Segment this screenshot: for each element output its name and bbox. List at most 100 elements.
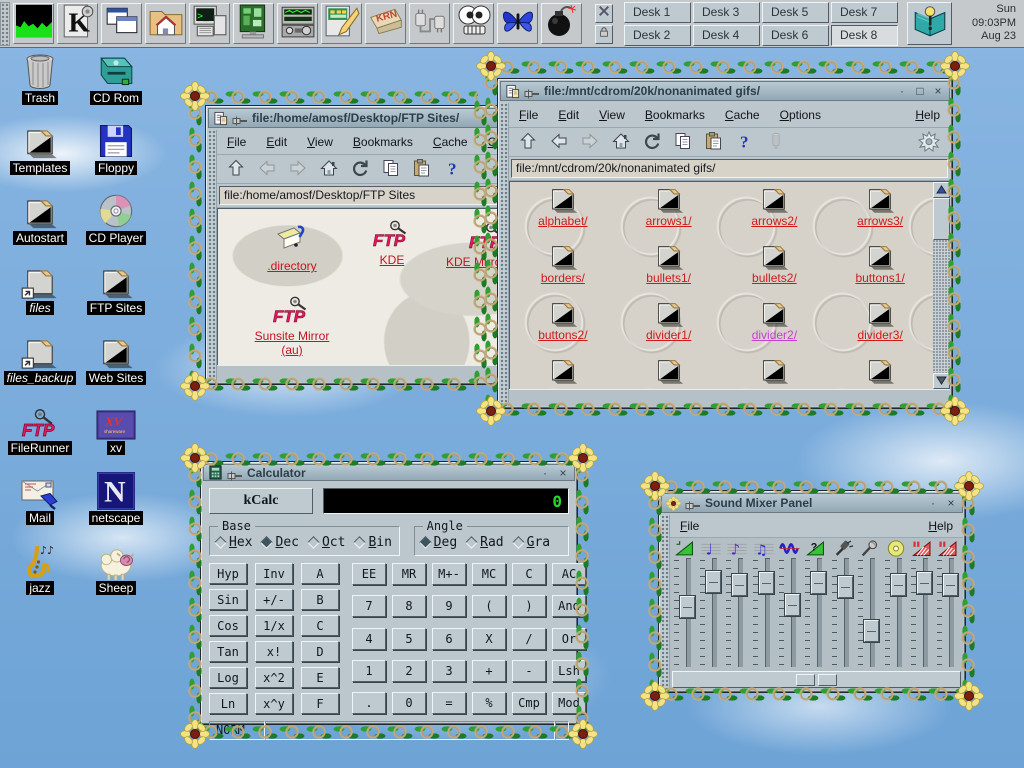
ftp-link-item[interactable]: FTP Sunsite Mirror (au)	[248, 295, 336, 358]
calc-key[interactable]: Hyp	[209, 563, 247, 584]
folder-label[interactable]: buttons1/	[855, 272, 904, 285]
sticky-pin-button[interactable]	[227, 468, 243, 478]
desktop-icon[interactable]: XVshareware xv	[78, 402, 154, 472]
calc-key[interactable]: 5	[392, 628, 426, 650]
home-button[interactable]	[318, 158, 340, 180]
calc-key[interactable]: 1/x	[255, 615, 293, 636]
krn-news-button[interactable]: KRN	[365, 3, 406, 44]
folder-label[interactable]: borders/	[541, 272, 585, 285]
mixer-mini-button[interactable]	[796, 674, 815, 686]
menu-item[interactable]: Bookmarks	[645, 108, 705, 122]
desktop-icon[interactable]: ♪♪ jazz	[2, 542, 78, 612]
reload-button[interactable]	[641, 131, 663, 153]
desk-button[interactable]: Desk 6	[762, 25, 829, 46]
calc-key[interactable]: AC	[552, 563, 586, 585]
calc-key[interactable]: 2	[392, 660, 426, 682]
desktop-icon[interactable]: Autostart	[2, 192, 78, 262]
media-rack-button[interactable]	[277, 3, 318, 44]
folder-item[interactable]: divider3/	[827, 300, 933, 357]
calc-key[interactable]: A	[301, 563, 339, 584]
slider-handle[interactable]	[811, 572, 826, 594]
volume-slider[interactable]	[700, 558, 722, 669]
channel-icon[interactable]	[832, 540, 854, 557]
slider-handle[interactable]	[732, 574, 747, 596]
help-button[interactable]: ?	[442, 158, 464, 180]
desktop-icon[interactable]: CD Rom	[78, 52, 154, 122]
volume-slider[interactable]	[753, 558, 775, 669]
folder-label[interactable]: arrows1/	[646, 215, 692, 228]
up-button[interactable]	[225, 158, 247, 180]
toolbar-grip[interactable]	[500, 103, 509, 406]
calc-key[interactable]: Inv	[255, 563, 293, 584]
calc-key[interactable]: Ln	[209, 693, 247, 714]
menu-item[interactable]: File	[519, 108, 538, 122]
folder-item[interactable]: bullets1/	[616, 243, 722, 300]
window-list-button[interactable]	[101, 3, 142, 44]
menu-item-file[interactable]: File	[680, 519, 699, 533]
folder-item[interactable]: arrows2/	[722, 186, 828, 243]
calc-key[interactable]: Mod	[552, 692, 586, 714]
channel-icon[interactable]	[911, 540, 933, 557]
calc-key[interactable]: Log	[209, 667, 247, 688]
calc-key[interactable]: Cmp	[512, 692, 546, 714]
calc-key[interactable]: C	[512, 563, 546, 585]
calc-key[interactable]: D	[301, 641, 339, 662]
back-button[interactable]	[256, 158, 278, 180]
folder-label[interactable]: bullets2/	[752, 272, 797, 285]
channel-icon[interactable]: ♩	[700, 540, 722, 557]
ftp-link-label[interactable]: KDE	[348, 254, 436, 268]
calc-key[interactable]: (	[472, 595, 506, 617]
volume-slider[interactable]	[858, 558, 880, 669]
folder-item[interactable]	[722, 357, 828, 389]
calc-key[interactable]: Tan	[209, 641, 247, 662]
editor-button[interactable]	[321, 3, 362, 44]
folder-item[interactable]: alphabet/	[510, 186, 616, 243]
calc-key[interactable]: Sin	[209, 589, 247, 610]
menu-item[interactable]: View	[307, 135, 333, 149]
channel-icon[interactable]: ?	[805, 540, 827, 557]
channel-icon[interactable]: ♫	[753, 540, 775, 557]
angle-radio[interactable]: Gra	[514, 535, 550, 550]
folder-item[interactable]: bullets2/	[722, 243, 828, 300]
folder-item[interactable]: buttons2/	[510, 300, 616, 357]
maximize-button[interactable]: □	[913, 84, 927, 98]
base-radio[interactable]: Oct	[309, 535, 345, 550]
channel-icon[interactable]	[779, 540, 801, 557]
calc-key[interactable]: 1	[352, 660, 386, 682]
slider-handle[interactable]	[891, 574, 906, 596]
scroll-down-button[interactable]	[933, 373, 950, 389]
toolbar-grip[interactable]	[208, 130, 217, 382]
folder-label[interactable]: bullets1/	[646, 272, 691, 285]
calc-key[interactable]: F	[301, 693, 339, 714]
folder-item[interactable]: divider2/	[722, 300, 828, 357]
calc-key[interactable]: -	[512, 660, 546, 682]
base-radio[interactable]: Dec	[262, 535, 298, 550]
minimize-button[interactable]: ·	[926, 496, 940, 510]
calc-key[interactable]: EE	[352, 563, 386, 585]
slider-handle[interactable]	[864, 620, 879, 642]
close-tool-button[interactable]	[595, 4, 613, 23]
minimize-button[interactable]: ·	[895, 84, 909, 98]
folder-label[interactable]: alphabet/	[538, 215, 587, 228]
system-load-monitor[interactable]	[13, 3, 54, 44]
minimize-button[interactable]: ·	[538, 466, 552, 480]
desk-button[interactable]: Desk 2	[624, 25, 691, 46]
desk-button[interactable]: Desk 5	[762, 2, 829, 23]
channel-icon[interactable]	[937, 540, 959, 557]
forward-button[interactable]	[287, 158, 309, 180]
folder-item[interactable]: divider1/	[616, 300, 722, 357]
help-button[interactable]: ?	[734, 131, 756, 153]
folder-item[interactable]	[827, 357, 933, 389]
sticky-pin-button[interactable]	[524, 86, 540, 96]
angle-radio[interactable]: Rad	[467, 535, 503, 550]
forward-button[interactable]	[579, 131, 601, 153]
folder-label[interactable]: divider3/	[857, 329, 902, 342]
close-button[interactable]: ×	[556, 466, 570, 480]
calc-key[interactable]: Or	[552, 628, 586, 650]
desktop-icon[interactable]: N netscape	[78, 472, 154, 542]
desktop-icon[interactable]: files_backup	[2, 332, 78, 402]
calc-key[interactable]: 6	[432, 628, 466, 650]
folder-label[interactable]: arrows3/	[857, 215, 903, 228]
sticky-pin-button[interactable]	[232, 113, 248, 123]
calc-key[interactable]: Cos	[209, 615, 247, 636]
